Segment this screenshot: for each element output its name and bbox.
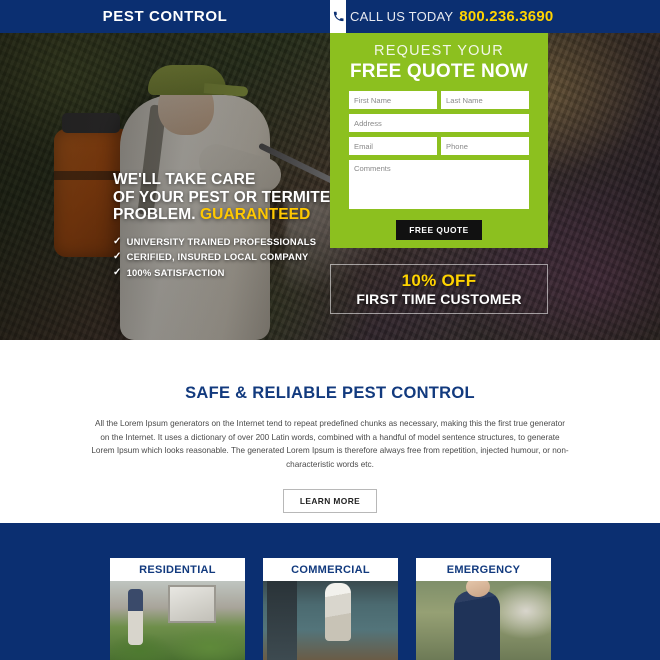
headline-line-3-plain: PROBLEM. [113,206,201,223]
service-card-image [416,581,551,660]
headline-line-1: WE'LL TAKE CARE [113,171,256,188]
call-us-bar[interactable]: CALL US TODAY 800.236.3690 [350,0,553,33]
form-row-contact [349,137,529,155]
about-title: SAFE & RELIABLE PEST CONTROL [185,384,475,402]
phone-number[interactable]: 800.236.3690 [459,8,553,25]
check-icon: ✓ [113,251,122,262]
headline-line-2: OF YOUR PEST OR TERMITE [113,188,331,206]
landing-page: PEST CONTROL CALL US TODAY 800.236.3690 [0,0,660,660]
last-name-input[interactable] [441,91,529,109]
hero-bullet-1-label: UNIVERSITY TRAINED PROFESSIONALS [126,235,317,247]
service-card-commercial[interactable]: COMMERCIAL [263,558,398,660]
hero-bullet-2: ✓ CERIFIED, INSURED LOCAL COMPANY [113,249,343,265]
form-row-address [349,114,529,132]
call-label: CALL US TODAY [350,9,454,24]
about-body-text: All the Lorem Ipsum generators on the In… [91,419,569,469]
service-card-title: RESIDENTIAL [110,558,245,581]
service-card-list: RESIDENTIAL COMMERCIAL EMERGENCY [110,558,551,660]
service-card-image [263,581,398,660]
hero-bullet-2-label: CERIFIED, INSURED LOCAL COMPANY [126,251,309,262]
hero-headline: WE'LL TAKE CARE OF YOUR PEST OR TERMITE … [113,171,343,224]
headline-line-3: PROBLEM. GUARANTEED [113,206,343,224]
form-title-big: FREE QUOTE NOW [349,61,529,82]
site-logo[interactable]: PEST CONTROL [0,0,330,33]
quote-form-panel: REQUEST YOUR FREE QUOTE NOW FREE QUOTE [330,33,548,248]
phone-icon-tab [330,0,346,33]
service-card-image [110,581,245,660]
free-quote-submit-button[interactable]: FREE QUOTE [396,220,482,240]
phone-icon [333,11,343,22]
service-card-emergency[interactable]: EMERGENCY [416,558,551,660]
service-card-title: COMMERCIAL [263,558,398,581]
hero-copy: WE'LL TAKE CARE OF YOUR PEST OR TERMITE … [113,171,343,280]
phone-input[interactable] [441,137,529,155]
address-input[interactable] [349,114,529,132]
service-card-residential[interactable]: RESIDENTIAL [110,558,245,660]
email-input[interactable] [349,137,437,155]
comments-textarea[interactable] [349,160,529,209]
discount-offer-box[interactable]: 10% OFF FIRST TIME CUSTOMER [330,264,548,314]
hero-bullet-3: ✓ 100% SATISFACTION [113,265,343,281]
check-icon: ✓ [113,235,122,247]
headline-guaranteed: GUARANTEED [200,206,311,223]
form-title-small: REQUEST YOUR [374,43,504,59]
discount-subtitle: FIRST TIME CUSTOMER [356,291,522,307]
hero-bullet-1: ✓ UNIVERSITY TRAINED PROFESSIONALS [113,234,343,250]
services-section: RESIDENTIAL COMMERCIAL EMERGENCY [0,523,660,660]
form-row-name [349,91,529,109]
first-name-input[interactable] [349,91,437,109]
learn-more-button[interactable]: LEARN MORE [283,489,377,513]
site-header: PEST CONTROL CALL US TODAY 800.236.3690 [0,0,660,33]
about-section: SAFE & RELIABLE PEST CONTROL All the Lor… [0,340,660,523]
service-card-title: EMERGENCY [416,558,551,581]
hero-bullet-list: ✓ UNIVERSITY TRAINED PROFESSIONALS ✓ CER… [113,234,343,281]
check-icon: ✓ [113,266,122,278]
discount-amount: 10% OFF [401,271,477,290]
hero-bullet-3-label: 100% SATISFACTION [126,266,225,278]
